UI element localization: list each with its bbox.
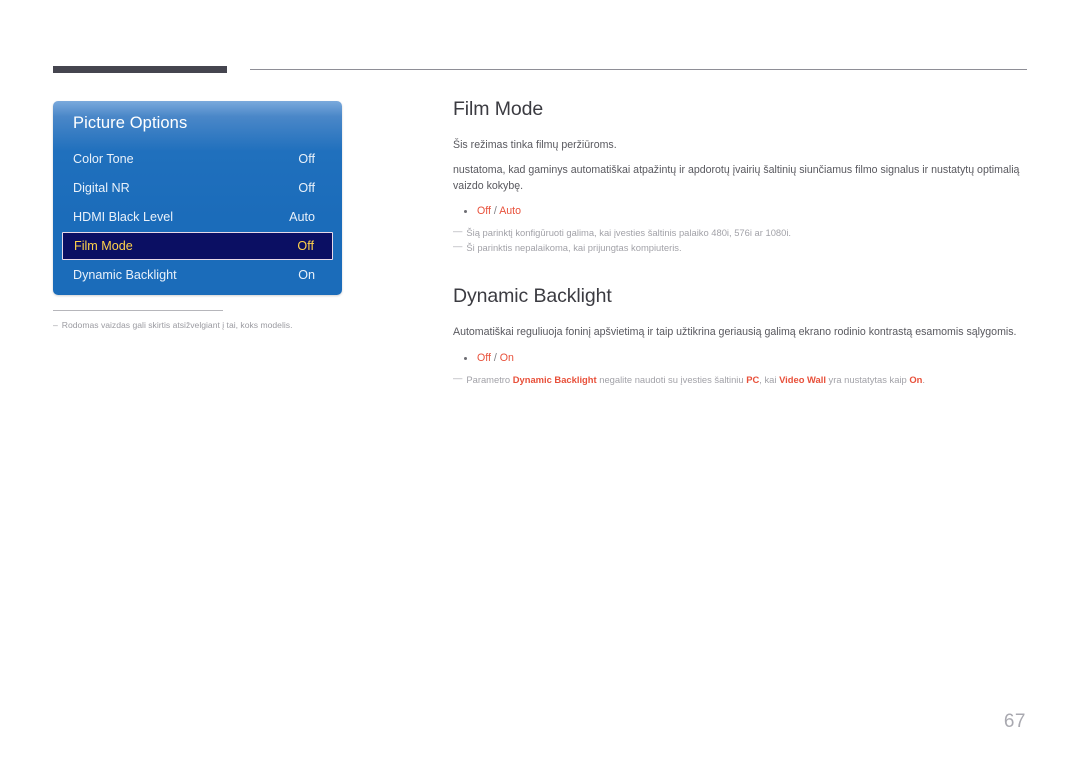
osd-row-digital-nr[interactable]: Digital NR Off: [53, 173, 342, 202]
section-paragraph: Šis režimas tinka filmų peržiūroms.: [453, 139, 617, 151]
page-number: 67: [1003, 711, 1026, 732]
section-paragraph: nustatoma, kad gaminys automatiškai atpa…: [453, 164, 1020, 192]
note-term: Video Wall: [779, 373, 826, 385]
osd-row-dynamic-backlight[interactable]: Dynamic Backlight On: [53, 260, 342, 289]
section-paragraph: Automatiškai reguliuoja foninį apšvietim…: [453, 326, 1017, 339]
manual-page: Picture Options Color Tone Off Digital NR O…: [0, 0, 1080, 763]
panel-footnote-rule: [53, 310, 223, 311]
note-fragment: yra nustatytas kaip: [825, 373, 910, 385]
panel-footnote-dash: –: [53, 320, 58, 330]
note-dash: —: [453, 371, 463, 383]
note-fragment: , kai: [759, 373, 780, 385]
panel-footnote-text: Rodomas vaizdas gali skirtis atsižvelgia…: [61, 320, 293, 330]
note-text: Šią parinktį konfigūruoti galima, kai įv…: [466, 226, 1033, 240]
osd-row-value: On: [298, 267, 315, 282]
option-value-second: On: [499, 351, 514, 364]
option-value-first: Off: [477, 351, 491, 364]
option-list: Off / Auto: [453, 204, 1033, 220]
option-list: Off / On: [453, 351, 1033, 367]
note-fragment: negalite naudoti su įvesties šaltiniu: [596, 373, 747, 385]
osd-row-value: Off: [298, 151, 315, 166]
option-separator: /: [490, 351, 500, 364]
osd-row-color-tone[interactable]: Color Tone Off: [53, 144, 342, 173]
note-fragment: Ši parinktis nepalaikoma, kai prijungtas…: [466, 242, 682, 254]
osd-panel-title: Picture Options: [73, 114, 188, 132]
osd-row-value: Off: [298, 181, 315, 196]
osd-row-film-mode[interactable]: Film Mode Off: [62, 232, 333, 261]
osd-row-label: Color Tone: [73, 151, 134, 166]
panel-footnote: – Rodomas vaizdas gali skirtis atsižvelg…: [53, 310, 383, 332]
section-note: — Šią parinktį konfigūruoti galima, kai į…: [453, 225, 1033, 240]
note-term: PC: [746, 373, 760, 385]
panel-footnote-line: – Rodomas vaizdas gali skirtis atsižvelg…: [53, 320, 383, 332]
note-fragment: Šią parinktį konfigūruoti galima, kai įv…: [466, 227, 792, 239]
option-value-first: Off: [477, 205, 491, 218]
osd-picture-options-panel: Picture Options Color Tone Off Digital NR O…: [53, 101, 342, 295]
osd-row-value: Auto: [289, 210, 315, 225]
osd-row-hdmi-black-level[interactable]: HDMI Black Level Auto: [53, 203, 342, 232]
osd-row-label: Digital NR: [73, 181, 130, 196]
option-value-second: Auto: [499, 205, 521, 218]
osd-row-value: Off: [297, 239, 314, 254]
note-dash: —: [453, 225, 463, 237]
note-fragment: .: [922, 373, 925, 385]
option-list-item: Off / Auto: [453, 204, 1033, 220]
note-term: Dynamic Backlight: [512, 373, 597, 385]
section-title: Dynamic Backlight: [453, 285, 612, 308]
option-list-item: Off / On: [453, 351, 1033, 367]
section-film-mode: Film Mode Šis režimas tinka filmų peržiūr…: [453, 98, 1033, 255]
section-note: — Ši parinktis nepalaikoma, kai prijungta…: [453, 241, 1033, 255]
header-thin-rule: [250, 69, 1027, 70]
osd-row-label: HDMI Black Level: [73, 210, 174, 225]
note-term: On: [909, 373, 923, 385]
osd-row-label: Film Mode: [74, 239, 133, 254]
option-separator: /: [490, 205, 500, 218]
osd-menu-list: Color Tone Off Digital NR Off HDMI Black Lev…: [53, 144, 342, 290]
note-text: Parametro Dynamic Backlight negalite nau…: [466, 373, 1033, 387]
osd-row-label: Dynamic Backlight: [73, 267, 177, 282]
note-fragment: Parametro: [466, 373, 513, 385]
section-dynamic-backlight: Dynamic Backlight Automatiškai reguliuoja…: [453, 285, 1033, 386]
page-header: [0, 0, 1080, 90]
note-text: Ši parinktis nepalaikoma, kai prijungtas…: [466, 241, 1033, 255]
section-title: Film Mode: [453, 98, 544, 120]
section-note: — Parametro Dynamic Backlight negalite na…: [453, 371, 1033, 387]
note-dash: —: [453, 240, 463, 252]
header-thick-rule: [53, 66, 227, 73]
content-column: Film Mode Šis režimas tinka filmų peržiūr…: [453, 98, 1033, 388]
